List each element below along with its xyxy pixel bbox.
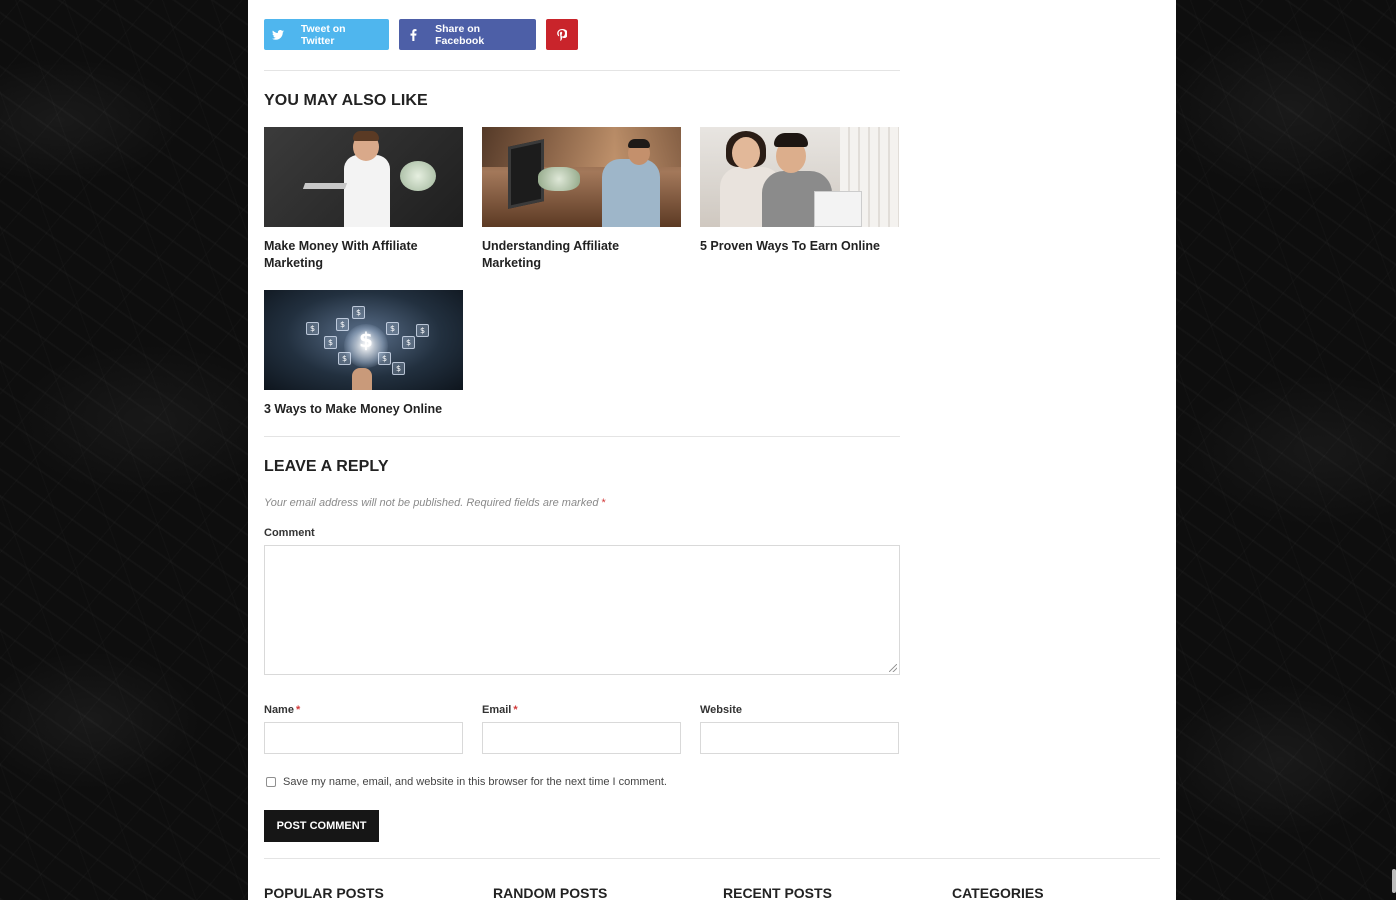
resize-handle[interactable] <box>889 664 897 672</box>
email-notice: Your email address will not be published… <box>264 497 606 509</box>
save-info-consent: Save my name, email, and website in this… <box>266 776 667 788</box>
pinterest-share-button[interactable] <box>546 19 578 50</box>
divider <box>264 436 900 437</box>
share-bar: Tweet on Twitter Share on Facebook <box>264 19 578 50</box>
related-post-title[interactable]: 5 Proven Ways To Earn Online <box>700 238 899 255</box>
popular-posts-title: POPULAR POSTS <box>264 885 384 900</box>
comment-textarea[interactable] <box>264 545 900 675</box>
email-field[interactable] <box>482 722 681 754</box>
related-post-title[interactable]: 3 Ways to Make Money Online <box>264 401 463 418</box>
email-label: Email * <box>482 704 518 716</box>
twitter-label: Tweet on Twitter <box>300 22 346 47</box>
related-posts-title: YOU MAY ALSO LIKE <box>264 92 428 109</box>
tweet-on-twitter-button[interactable]: Tweet on Twitter <box>264 19 389 50</box>
related-post-title[interactable]: Understanding Affiliate Marketing <box>482 238 681 272</box>
name-label: Name * <box>264 704 301 716</box>
save-info-label: Save my name, email, and website in this… <box>283 776 667 788</box>
related-post-card[interactable]: 5 Proven Ways To Earn Online <box>700 127 899 255</box>
scrollbar-thumb[interactable] <box>1392 869 1396 893</box>
divider <box>264 70 900 71</box>
facebook-label: Share on Facebook <box>435 22 485 47</box>
related-post-card[interactable]: Understanding Affiliate Marketing <box>482 127 681 272</box>
post-thumbnail[interactable] <box>700 127 899 227</box>
recent-posts-title: RECENT POSTS <box>723 885 832 900</box>
website-field[interactable] <box>700 722 899 754</box>
categories-title: CATEGORIES <box>952 885 1044 900</box>
post-thumbnail[interactable]: $ $ $ $ $ $ $ $ $ $ $ <box>264 290 463 390</box>
save-info-checkbox[interactable] <box>266 777 276 787</box>
comment-label: Comment <box>264 527 315 539</box>
facebook-icon <box>399 19 427 50</box>
leave-reply-title: LEAVE A REPLY <box>264 458 389 475</box>
share-on-facebook-button[interactable]: Share on Facebook <box>399 19 536 50</box>
post-thumbnail[interactable] <box>482 127 681 227</box>
pinterest-icon <box>546 19 578 50</box>
main-panel: Tweet on Twitter Share on Facebook YOU M… <box>248 0 1176 900</box>
post-comment-button[interactable]: POST COMMENT <box>264 810 379 842</box>
related-post-card[interactable]: $ $ $ $ $ $ $ $ $ $ $ 3 Ways to Make Mon… <box>264 290 463 418</box>
footer-divider <box>264 858 1160 859</box>
random-posts-title: RANDOM POSTS <box>493 885 608 900</box>
name-field[interactable] <box>264 722 463 754</box>
website-label: Website <box>700 704 742 716</box>
twitter-icon <box>264 19 293 50</box>
post-thumbnail[interactable] <box>264 127 463 227</box>
related-post-card[interactable]: Make Money With Affiliate Marketing <box>264 127 463 272</box>
related-post-title[interactable]: Make Money With Affiliate Marketing <box>264 238 463 272</box>
